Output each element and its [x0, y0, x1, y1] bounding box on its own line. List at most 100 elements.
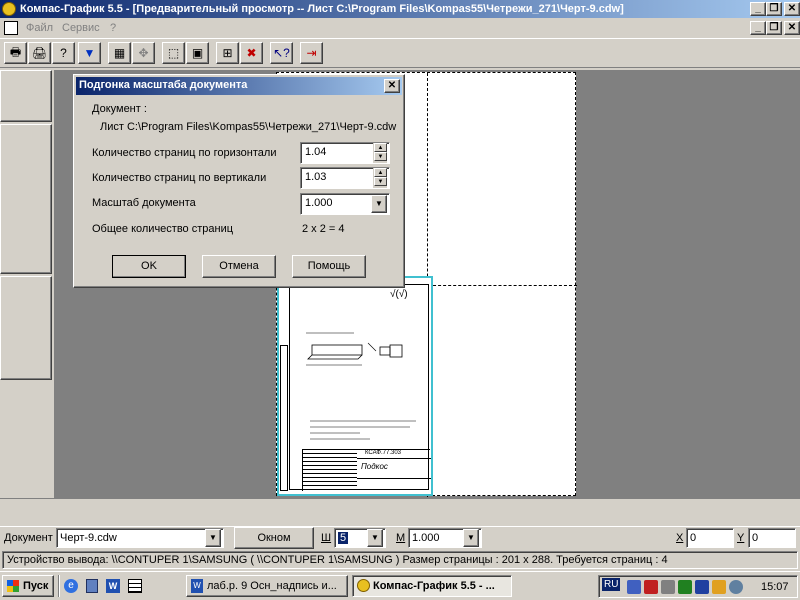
- exit-icon[interactable]: ⇥: [300, 42, 323, 64]
- printer-tray-icon[interactable]: [661, 580, 675, 594]
- fit-scale-dialog: Подгонка масштаба документа ✕ Документ :…: [73, 74, 405, 288]
- windows-logo-icon: [7, 580, 19, 592]
- dialog-title: Подгонка масштаба документа: [79, 79, 248, 91]
- panel-button-2[interactable]: [0, 124, 52, 274]
- chevron-down-icon[interactable]: ▼: [205, 529, 221, 547]
- quicklaunch-sep: [58, 575, 60, 597]
- move-icon[interactable]: ✥: [132, 42, 155, 64]
- delete-icon[interactable]: ✖: [240, 42, 263, 64]
- drawing-code: КСАФ.77.303: [365, 450, 402, 456]
- x-label: X: [676, 532, 684, 544]
- total-value: 2 х 2 = 4: [302, 223, 345, 235]
- taskbar-word-doc[interactable]: W лаб.р. 9 Осн_надпись и...: [186, 575, 348, 597]
- cancel-button[interactable]: Отмена: [202, 255, 276, 278]
- bottom-bar: Документ Черт-9.cdw ▼ Окном Ш 5 ▼ М 1.00…: [0, 526, 800, 550]
- doc-restore-button[interactable]: ❐: [766, 21, 782, 35]
- title-bar: Компас-График 5.5 - [Предварительный про…: [0, 0, 800, 18]
- window-title: Компас-График 5.5 - [Предварительный про…: [20, 3, 624, 15]
- chevron-down-icon[interactable]: ▼: [367, 529, 383, 547]
- filter-icon[interactable]: ▼: [78, 42, 101, 64]
- bug-icon[interactable]: [678, 580, 692, 594]
- total-label: Общее количество страниц: [92, 223, 234, 235]
- close-button[interactable]: ✕: [784, 2, 800, 16]
- app-icon: [2, 2, 16, 16]
- ie-icon[interactable]: e: [64, 579, 78, 593]
- horiz-spinner[interactable]: ▲ ▼: [373, 143, 387, 163]
- status-text: Устройство вывода: \\CONTUPER 1\SAMSUNG …: [7, 554, 668, 566]
- status-bar: Устройство вывода: \\CONTUPER 1\SAMSUNG …: [2, 551, 798, 569]
- system-tray: RU 15:07: [598, 575, 798, 598]
- toolbar: 🖶 🖨 ? ▼ ▦ ✥ ⬚ ▣ ⊞ ✖ ↖? ⇥: [0, 38, 800, 68]
- drawing-sheet: √(√) КСАФ.77.303 Подкос: [277, 276, 433, 496]
- chevron-down-icon[interactable]: ▼: [463, 529, 479, 547]
- restore-button[interactable]: ❐: [766, 2, 782, 16]
- volume-icon[interactable]: [695, 580, 709, 594]
- doc-close-button[interactable]: ✕: [784, 21, 800, 35]
- left-panel: [0, 70, 54, 496]
- help-cursor-icon[interactable]: ?: [52, 42, 75, 64]
- doc-label: Документ :: [92, 103, 147, 115]
- y-field[interactable]: 0: [748, 528, 796, 548]
- word-icon[interactable]: W: [106, 579, 120, 593]
- taskbar: Пуск e W W лаб.р. 9 Осн_надпись и... Ком…: [0, 571, 800, 600]
- disc-icon[interactable]: [729, 580, 743, 594]
- start-button[interactable]: Пуск: [2, 575, 54, 597]
- network-icon[interactable]: [627, 580, 641, 594]
- menu-bar: Файл Сервис ? _ ❐ ✕: [0, 18, 800, 38]
- doc-path: Лист C:\Program Files\Kompas55\Четрежи_2…: [100, 121, 397, 133]
- table-icon[interactable]: [128, 579, 142, 593]
- vert-pages-input[interactable]: 1.03 ▲ ▼: [300, 167, 390, 189]
- panel-button-1[interactable]: [0, 70, 52, 122]
- spacer-strip: [0, 498, 800, 524]
- w-select[interactable]: 5 ▼: [334, 528, 386, 548]
- kompas-icon: [357, 579, 370, 592]
- dialog-title-bar: Подгонка масштаба документа ✕: [76, 77, 402, 95]
- panel-button-3[interactable]: [0, 276, 52, 380]
- horiz-pages-input[interactable]: 1.04 ▲ ▼: [300, 142, 390, 164]
- help-button[interactable]: Помощь: [292, 255, 366, 278]
- vert-label: Количество страниц по вертикали: [92, 172, 267, 184]
- fit-page-icon[interactable]: ⬚: [162, 42, 185, 64]
- drawing-title: Подкос: [361, 462, 388, 471]
- doc-minimize-button[interactable]: _: [750, 21, 766, 35]
- doc-select[interactable]: Черт-9.cdw ▼: [56, 528, 224, 548]
- y-label: Y: [737, 532, 745, 544]
- title-block: КСАФ.77.303 Подкос: [302, 449, 431, 492]
- taskbar-kompas[interactable]: Компас-График 5.5 - ...: [352, 575, 512, 597]
- arrange-icon[interactable]: ▦: [108, 42, 131, 64]
- w-label: Ш: [321, 532, 332, 544]
- printer-icon[interactable]: 🖶: [4, 42, 27, 64]
- menu-help[interactable]: ?: [110, 18, 116, 38]
- clock: 15:07: [761, 581, 789, 593]
- part-drawing: [306, 332, 403, 366]
- grid-icon[interactable]: ⊞: [216, 42, 239, 64]
- doc-icon: [4, 21, 18, 35]
- minimize-button[interactable]: _: [750, 2, 766, 16]
- menu-service[interactable]: Сервис: [62, 18, 100, 38]
- antivirus-icon[interactable]: [644, 580, 658, 594]
- vert-spinner[interactable]: ▲ ▼: [373, 168, 387, 188]
- help-icon[interactable]: ↖?: [270, 42, 293, 64]
- printer-setup-icon[interactable]: 🖨: [28, 42, 51, 64]
- window-fit-button[interactable]: Окном: [234, 527, 314, 549]
- word-doc-icon: W: [191, 579, 203, 593]
- font-icon[interactable]: [712, 580, 726, 594]
- language-indicator[interactable]: RU: [602, 578, 621, 591]
- notes-text: [310, 420, 416, 440]
- scale-label: Масштаб документа: [92, 197, 196, 209]
- dialog-close-button[interactable]: ✕: [384, 79, 400, 93]
- roughness-mark: √(√): [390, 289, 408, 300]
- menu-file[interactable]: Файл: [26, 18, 53, 38]
- drawing-frame: √(√) КСАФ.77.303 Подкос: [280, 284, 431, 492]
- m-label: М: [396, 532, 406, 544]
- x-field[interactable]: 0: [686, 528, 734, 548]
- horiz-label: Количество страниц по горизонтали: [92, 147, 277, 159]
- doc-select-label: Документ: [4, 532, 53, 544]
- desktop-icon[interactable]: [86, 579, 98, 593]
- fit-sheet-icon[interactable]: ▣: [186, 42, 209, 64]
- ok-button[interactable]: OK: [112, 255, 186, 278]
- m-select[interactable]: 1.000 ▼: [408, 528, 482, 548]
- scale-select[interactable]: 1.000 ▼: [300, 193, 390, 215]
- tray-icons: [627, 580, 746, 597]
- chevron-down-icon[interactable]: ▼: [371, 195, 387, 213]
